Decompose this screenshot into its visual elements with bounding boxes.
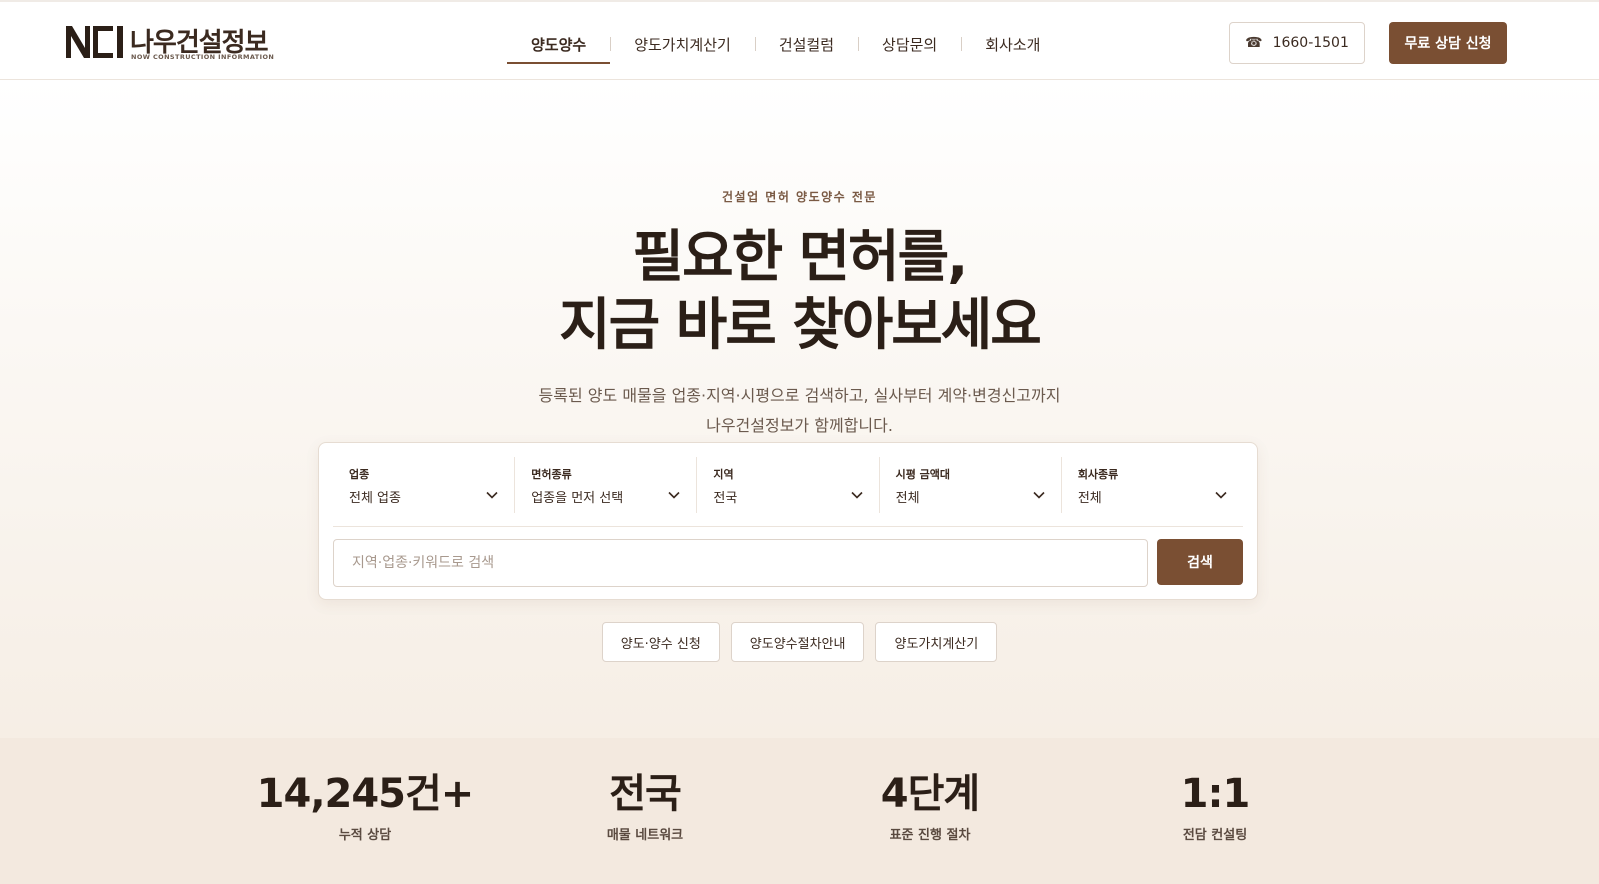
quick-link-procedure-guide[interactable]: 양도양수절차안내 [730, 622, 865, 662]
quick-link-value-calculator[interactable]: 양도가치계산기 [875, 622, 998, 662]
hero-desc-line1: 등록된 양도 매물을 업종·지역·시평으로 검색하고, 실사부터 계약·변경신고… [538, 386, 1061, 405]
filter-valuation-range[interactable]: 시평 금액대 전체 [878, 457, 1061, 513]
filter-region[interactable]: 지역 전국 [696, 457, 878, 513]
main-nav: 양도양수 양도가치계산기 건설컬럼 상담문의 회사소개 [507, 24, 1064, 64]
logo-mark-icon [66, 26, 123, 58]
hero-title-line2: 지금 바로 찾아보세요 [559, 293, 1042, 358]
stat-consulting: 1:1 전담 컨설팅 [1085, 770, 1345, 843]
hero-eyebrow: 건설업 면허 양도양수 전문 [722, 190, 877, 204]
stat-label: 표준 진행 절차 [889, 828, 971, 843]
hero-desc-line2: 나우건설정보가 함께합니다. [706, 416, 893, 435]
stat-network: 전국 매물 네트워크 [515, 770, 775, 843]
filter-value: 전체 업종 [349, 491, 401, 506]
nav-item-about[interactable]: 회사소개 [961, 24, 1064, 64]
filter-value: 전국 [713, 491, 738, 506]
filter-label: 회사종류 [1077, 468, 1119, 481]
nav-item-column[interactable]: 건설컬럼 [754, 24, 858, 64]
filter-value: 전체 [1077, 491, 1102, 506]
filter-company-type[interactable]: 회사종류 전체 [1060, 457, 1243, 513]
stat-label: 누적 상담 [338, 828, 392, 843]
search-input[interactable] [333, 539, 1148, 587]
logo-subtitle: NOW CONSTRUCTION INFORMATION [131, 53, 275, 61]
stat-value: 14,245건+ [256, 771, 475, 817]
filter-row: 업종 전체 업종 면허종류 업종을 먼저 선택 지역 전국 시평 금액대 전체 … [333, 457, 1243, 527]
phone-icon: ☎ [1245, 35, 1263, 51]
search-button[interactable]: 검색 [1157, 539, 1243, 585]
chevron-down-icon [851, 491, 863, 499]
phone-button[interactable]: ☎ 1660-1501 [1229, 22, 1365, 64]
stat-procedure: 4단계 표준 진행 절차 [800, 770, 1060, 843]
phone-number: 1660-1501 [1272, 35, 1349, 51]
quick-link-apply-transfer[interactable]: 양도·양수 신청 [601, 622, 720, 662]
site-header: 나우건설정보 NOW CONSTRUCTION INFORMATION 양도양수… [0, 2, 1599, 80]
stat-value: 4단계 [880, 771, 980, 817]
nav-item-inquiry[interactable]: 상담문의 [858, 24, 961, 64]
filter-divider [333, 526, 1243, 527]
stat-label: 매물 네트워크 [606, 828, 684, 843]
chevron-down-icon [1033, 491, 1045, 499]
search-card: 업종 전체 업종 면허종류 업종을 먼저 선택 지역 전국 시평 금액대 전체 … [318, 442, 1258, 600]
filter-value: 업종을 먼저 선택 [531, 491, 624, 506]
filter-label: 시평 금액대 [895, 468, 951, 481]
free-consult-button[interactable]: 무료 상담 신청 [1389, 22, 1507, 64]
logo[interactable]: 나우건설정보 NOW CONSTRUCTION INFORMATION [66, 24, 276, 64]
filter-label: 면허종류 [531, 468, 572, 481]
hero-title-line1: 필요한 면허를, [632, 225, 969, 290]
filter-industry[interactable]: 업종 전체 업종 [333, 457, 514, 513]
chevron-down-icon [486, 491, 498, 499]
nav-item-value-calculator[interactable]: 양도가치계산기 [610, 24, 755, 64]
chevron-down-icon [1215, 491, 1227, 499]
filter-label: 업종 [349, 468, 370, 481]
stat-consultations: 14,245건+ 누적 상담 [235, 770, 495, 843]
nav-item-transfer[interactable]: 양도양수 [507, 24, 611, 64]
hero-description: 등록된 양도 매물을 업종·지역·시평으로 검색하고, 실사부터 계약·변경신고… [0, 381, 1599, 441]
stats-section: 14,245건+ 누적 상담 전국 매물 네트워크 4단계 표준 진행 절차 1… [0, 738, 1599, 884]
chevron-down-icon [668, 491, 680, 499]
filter-license-type[interactable]: 면허종류 업종을 먼저 선택 [514, 457, 696, 513]
stat-value: 1:1 [1180, 771, 1251, 817]
filter-label: 지역 [713, 468, 734, 481]
filter-value: 전체 [895, 491, 920, 506]
hero-title: 필요한 면허를, 지금 바로 찾아보세요 [0, 224, 1599, 360]
stat-value: 전국 [609, 771, 682, 817]
stat-label: 전담 컨설팅 [1182, 828, 1248, 843]
quick-links: 양도·양수 신청 양도양수절차안내 양도가치계산기 [0, 622, 1599, 662]
